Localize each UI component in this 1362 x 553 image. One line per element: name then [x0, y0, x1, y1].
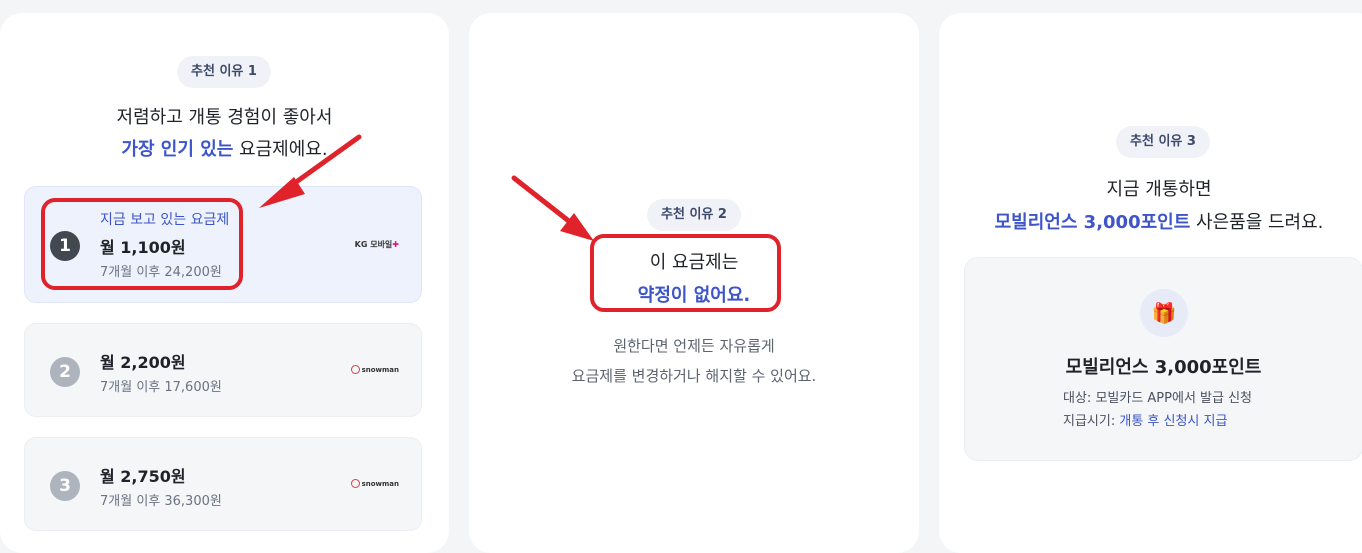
annotation-highlight-box: [590, 234, 781, 312]
reason-highlight: 가장 인기 있는: [121, 139, 234, 160]
reason-badge: 추천 이유 2: [647, 199, 741, 231]
plan-card-3[interactable]: 3 월 2,750원 7개월 이후 36,300원 snowman: [24, 437, 422, 531]
snowman-icon: [350, 365, 360, 374]
reason-highlight: 모빌리언스 3,000포인트: [994, 212, 1191, 233]
plan-price-after: 7개월 이후 17,600원: [100, 380, 222, 395]
snowman-logo: snowman: [350, 479, 399, 488]
reason-headline-emphasis: 모빌리언스 3,000포인트 사은품을 드려요.: [939, 208, 1362, 234]
annotation-highlight-box: [41, 198, 243, 290]
reason-badge: 추천 이유 1: [177, 56, 271, 88]
plan-rank-badge: 2: [50, 357, 80, 387]
plan-price-after: 7개월 이후 36,300원: [100, 494, 222, 509]
reason-description-line-2: 요금제를 변경하거나 해지할 수 있어요.: [571, 367, 817, 385]
benefit-card: 🎁 모빌리언스 3,000포인트 대상: 모빌카드 APP에서 발급 신청 지급…: [964, 257, 1362, 461]
benefit-target: 대상: 모빌카드 APP에서 발급 신청: [1063, 391, 1253, 406]
plan-price: 월 2,200원: [100, 353, 186, 372]
plan-price: 월 2,750원: [100, 467, 186, 486]
reason-badge: 추천 이유 3: [1116, 126, 1210, 158]
reason-headline-rest: 사은품을 드려요.: [1190, 212, 1324, 233]
snowman-logo: snowman: [350, 365, 399, 374]
plan-rank-badge: 3: [50, 471, 80, 501]
kg-mobile-logo: KG 모바일✚: [354, 240, 399, 249]
plan-card-2[interactable]: 2 월 2,200원 7개월 이후 17,600원 snowman: [24, 323, 422, 417]
snowman-icon: [350, 479, 360, 488]
reason-headline-emphasis: 가장 인기 있는 요금제에요.: [0, 135, 449, 161]
reason-description-line-1: 원한다면 언제든 자유롭게: [613, 337, 775, 355]
reason-headline: 저렴하고 개통 경험이 좋아서: [116, 107, 333, 128]
reason-headline-rest: 요금제에요.: [233, 139, 328, 160]
benefit-title: 모빌리언스 3,000포인트: [1065, 357, 1262, 378]
gift-icon: 🎁: [1140, 289, 1188, 337]
benefit-timing: 지급시기: 개통 후 신청시 지급: [1063, 414, 1228, 429]
reason-headline: 지금 개통하면: [1106, 179, 1212, 200]
